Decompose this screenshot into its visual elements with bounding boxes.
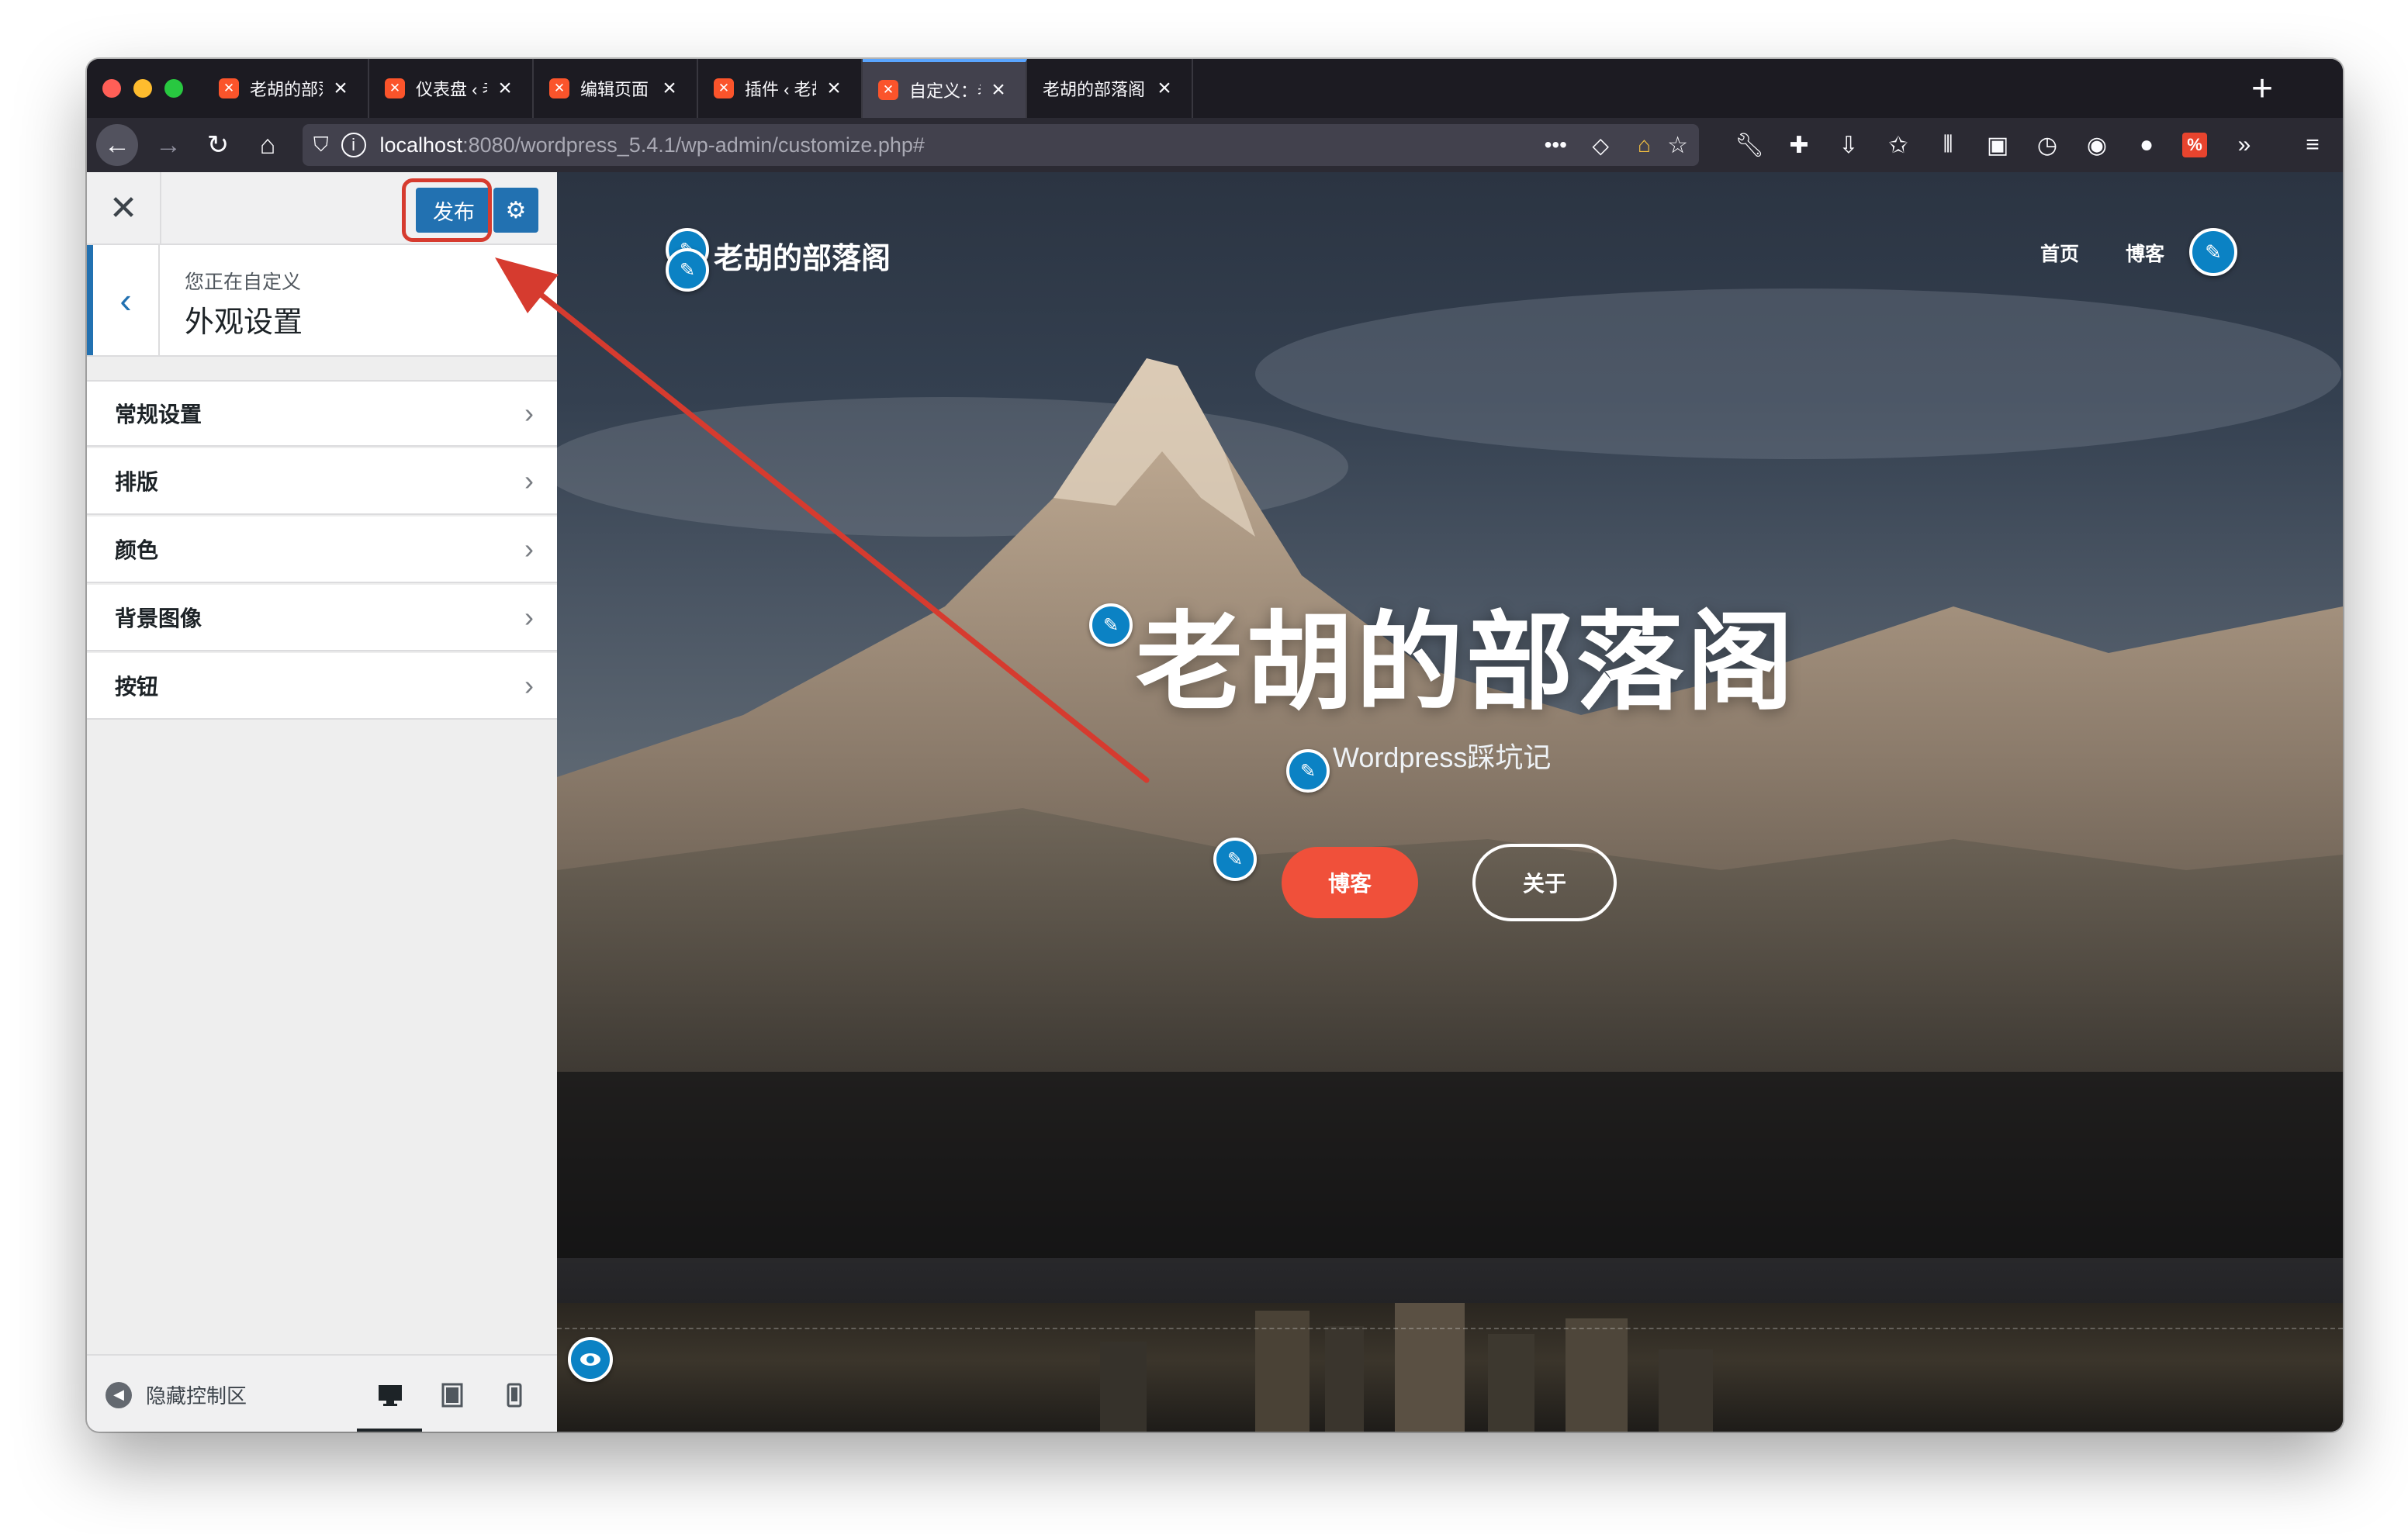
pocket-icon[interactable]: ◇: [1592, 133, 1609, 158]
chevron-right-icon: ›: [524, 601, 534, 633]
customizer-panel: ✕ 发布 ⚙ ‹ 您正在自定义 外观设置 常规设置 › 排版 › 颜色 › 背景…: [87, 172, 559, 1432]
desktop-device-icon[interactable]: [371, 1376, 410, 1415]
close-window-button[interactable]: [102, 79, 121, 98]
new-tab-button[interactable]: +: [2233, 59, 2292, 118]
star-outline-icon[interactable]: ✩: [1879, 126, 1918, 164]
tab-2[interactable]: ✕ 仪表盘 ‹ 老胡的部落阁 — Wor ×: [369, 59, 534, 118]
url-text: localhost:8080/wordpress_5.4.1/wp-admin/…: [379, 133, 925, 157]
menu-item-general[interactable]: 常规设置 ›: [87, 380, 557, 447]
tab-3[interactable]: ✕ 编辑页面 ‹ 老胡的部落阁 — W ×: [534, 59, 698, 118]
gear-icon[interactable]: ⚙: [493, 188, 538, 233]
menu-item-background-image[interactable]: 背景图像 ›: [87, 585, 557, 651]
tab-6[interactable]: 老胡的部落阁 ×: [1027, 59, 1193, 118]
xampp-icon: ✕: [385, 78, 405, 98]
tab-5-active[interactable]: ✕ 自定义：老胡的部落阁 – Just a ×: [863, 59, 1027, 118]
nav-link-home[interactable]: 首页: [2040, 239, 2079, 267]
section-header: ‹ 您正在自定义 外观设置: [87, 245, 557, 357]
blog-button[interactable]: 博客: [1282, 847, 1418, 918]
edit-pencil-icon[interactable]: ✎: [1089, 603, 1133, 647]
customizing-label: 您正在自定义: [185, 271, 302, 293]
browser-window: ✕ 老胡的部落阁 – Just another W × ✕ 仪表盘 ‹ 老胡的部…: [87, 59, 2343, 1432]
hero-title: 老胡的部落阁: [1136, 603, 1797, 723]
sidebar-icon[interactable]: ▣: [1978, 126, 2017, 164]
close-icon[interactable]: ×: [822, 75, 846, 102]
menu-item-buttons[interactable]: 按钮 ›: [87, 653, 557, 720]
edit-pencil-icon[interactable]: ✎: [2189, 228, 2237, 276]
shield-icon[interactable]: ⛉: [313, 133, 329, 157]
tab-strip: ✕ 老胡的部落阁 – Just another W × ✕ 仪表盘 ‹ 老胡的部…: [87, 59, 2343, 118]
chevron-right-icon: ›: [524, 533, 534, 565]
hero-subtitle: Wordpress踩坑记: [1333, 741, 1552, 773]
hide-controls-button[interactable]: ◀ 隐藏控制区: [106, 1380, 247, 1409]
collapse-arrow-icon: ◀: [106, 1381, 132, 1408]
tab-1[interactable]: ✕ 老胡的部落阁 – Just another W ×: [203, 59, 369, 118]
section-divider: [557, 1328, 2343, 1329]
overflow-chevron-icon[interactable]: »: [2225, 126, 2264, 164]
section-title: 外观设置: [185, 306, 303, 339]
extensions-icon[interactable]: ✚: [1780, 126, 1818, 164]
close-icon[interactable]: ×: [658, 75, 681, 102]
edit-pencil-icon[interactable]: ✎: [666, 248, 709, 292]
customizer-footer: ◀ 隐藏控制区: [87, 1354, 557, 1432]
forward-arrow-icon[interactable]: →: [147, 124, 189, 166]
download-icon[interactable]: ⇩: [1829, 126, 1868, 164]
xampp-icon: ✕: [549, 78, 569, 98]
menu-item-typography[interactable]: 排版 ›: [87, 448, 557, 515]
nav-link-blog[interactable]: 博客: [2126, 239, 2164, 267]
eye-icon[interactable]: [568, 1337, 613, 1382]
account-icon[interactable]: ◉: [2078, 126, 2116, 164]
navigation-bar: ← → ↻ ⌂ ⛉ i localhost:8080/wordpress_5.4…: [87, 118, 2343, 172]
site-title[interactable]: 老胡的部落阁: [714, 234, 891, 277]
home-icon[interactable]: ⌂: [247, 124, 289, 166]
edit-pencil-icon[interactable]: ✎: [1213, 838, 1257, 881]
close-icon[interactable]: ×: [329, 75, 352, 102]
hamburger-menu-icon[interactable]: ≡: [2293, 126, 2332, 164]
ghost-extension-icon[interactable]: ●: [2127, 126, 2166, 164]
publish-highlight-box: [402, 178, 492, 242]
url-bar[interactable]: ⛉ i localhost:8080/wordpress_5.4.1/wp-ad…: [303, 124, 1699, 166]
xampp-icon: ✕: [878, 80, 898, 100]
edit-pencil-icon[interactable]: ✎: [1286, 749, 1330, 793]
chevron-right-icon: ›: [524, 465, 534, 496]
tab-4[interactable]: ✕ 插件 ‹ 老胡的部落阁 — WordP ×: [698, 59, 863, 118]
customizer-header: ✕ 发布 ⚙: [87, 172, 557, 245]
close-customizer-button[interactable]: ✕: [87, 172, 161, 244]
active-device-indicator: [357, 1429, 422, 1432]
mountain-background-image: [557, 288, 2343, 1258]
close-icon[interactable]: ×: [987, 77, 1010, 103]
menu-item-colors[interactable]: 颜色 ›: [87, 517, 557, 583]
home-extension-icon[interactable]: ⌂: [1638, 133, 1651, 157]
about-button[interactable]: 关于: [1472, 844, 1617, 921]
reload-icon[interactable]: ↻: [197, 124, 239, 166]
close-icon[interactable]: ×: [493, 75, 517, 102]
next-section-image: [557, 1303, 2343, 1432]
close-icon[interactable]: ×: [1153, 75, 1176, 102]
chevron-right-icon: ›: [524, 669, 534, 701]
zoom-window-button[interactable]: [164, 79, 183, 98]
page-actions-icon[interactable]: •••: [1545, 133, 1567, 157]
tablet-device-icon[interactable]: [433, 1376, 472, 1415]
mobile-device-icon[interactable]: [495, 1376, 534, 1415]
library-icon[interactable]: ⫴: [1929, 126, 1967, 164]
back-arrow-icon[interactable]: ←: [96, 124, 138, 166]
info-icon[interactable]: i: [341, 133, 366, 157]
history-clock-icon[interactable]: ◷: [2028, 126, 2067, 164]
xampp-icon: ✕: [219, 78, 239, 98]
bookmark-star-icon[interactable]: ☆: [1667, 132, 1688, 159]
minimize-window-button[interactable]: [133, 79, 152, 98]
wrench-icon[interactable]: 🔧︎: [1730, 126, 1769, 164]
translate-extension-icon[interactable]: %: [2175, 126, 2214, 164]
xampp-icon: ✕: [714, 78, 734, 98]
back-chevron-icon[interactable]: ‹: [87, 245, 160, 355]
chevron-right-icon: ›: [524, 397, 534, 429]
site-preview[interactable]: ✎ ✎ 老胡的部落阁 首页 博客 ✎ ✎ 老胡的部落阁 ✎ Wordpress踩…: [557, 172, 2343, 1432]
